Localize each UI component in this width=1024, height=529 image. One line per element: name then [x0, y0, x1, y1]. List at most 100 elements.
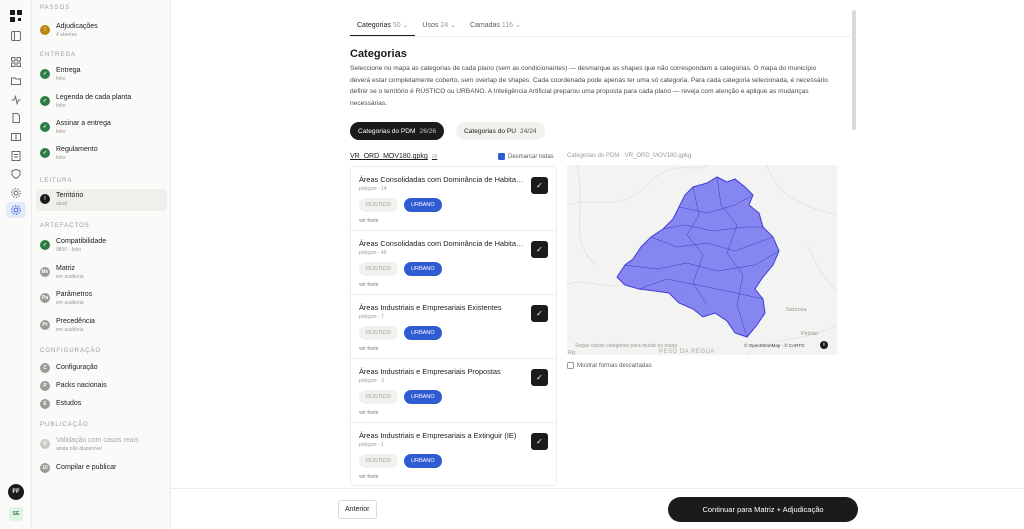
uncheck-all-toggle[interactable]: Desmarcar todas [498, 153, 554, 160]
item-checkbox[interactable]: ✓ [531, 241, 548, 258]
step-title: Precedência [56, 318, 95, 325]
item-checkbox[interactable]: ✓ [531, 177, 548, 194]
item-checkbox[interactable]: ✓ [531, 305, 548, 322]
item-checkbox[interactable]: ✓ [531, 369, 548, 386]
rustico-button[interactable]: RÚSTICO [359, 454, 398, 468]
section-artefactos: ARTEFACTOS [40, 223, 90, 229]
urbano-button[interactable]: URBANO [404, 198, 442, 212]
ver-fonte-link[interactable]: ver fonte [359, 410, 378, 416]
step-subtitle: 4 abertas [56, 32, 77, 38]
map-label: Categorias do PDM · VR_ORD_MOV180.gpkg [567, 153, 692, 159]
step-compatibilidade[interactable]: ✓ Compatibilidade 9850 · feito [36, 235, 167, 257]
step-entrega[interactable]: ✓ Entrega feito [36, 64, 167, 86]
logo-icon[interactable] [9, 9, 23, 23]
step-territorio[interactable]: ! Território atual [36, 189, 167, 211]
map-attribution: © OpenStreetMap · © CARTO [744, 343, 805, 348]
list-item: Áreas Industriais e Empresariais a Extin… [351, 423, 556, 485]
step-badge: Pa [40, 293, 50, 303]
rustico-button[interactable]: RÚSTICO [359, 326, 398, 340]
step-regulamento[interactable]: ✓ Regulamento feito [36, 143, 167, 165]
section-leitura: LEITURA [40, 178, 73, 184]
ver-fonte-link[interactable]: ver fonte [359, 346, 378, 352]
step-badge: E [40, 399, 50, 409]
document-icon[interactable] [10, 112, 22, 124]
section-passos: PASSOS [40, 5, 71, 11]
item-meta: polygon · 1 [359, 442, 384, 448]
step-precedencia[interactable]: Pr Precedência em auditoria [36, 315, 167, 337]
tab-usos[interactable]: Usos 24 ⌄ [415, 18, 463, 36]
list-icon[interactable] [10, 150, 22, 162]
pill-categorias-pu[interactable]: Categorias do PU 24/24 [456, 122, 545, 140]
continue-button[interactable]: Continuar para Matriz + Adjudicação [668, 497, 858, 522]
rustico-button[interactable]: RÚSTICO [359, 262, 398, 276]
file-name-link[interactable]: VR_ORD_MOV180.gpkg 26 [350, 153, 437, 160]
step-matriz[interactable]: Mx Matriz em auditoria [36, 262, 167, 284]
place-sabrosa: Sabrosa [786, 307, 807, 313]
urbano-button[interactable]: URBANO [404, 454, 442, 468]
ver-fonte-link[interactable]: ver fonte [359, 474, 378, 480]
rustico-button[interactable]: RÚSTICO [359, 390, 398, 404]
step-badge: C [40, 363, 50, 373]
tab-categorias[interactable]: Categorias 50 ⌄ [350, 18, 416, 36]
ver-fonte-link[interactable]: ver fonte [359, 282, 378, 288]
icon-rail: FF SE [0, 0, 32, 529]
check-icon: ✓ [40, 69, 50, 79]
step-subtitle: atual [56, 201, 67, 207]
step-adjudicacoes[interactable]: ! Adjudicações 4 abertas [36, 20, 167, 42]
sidebar-toggle-icon[interactable] [10, 30, 22, 42]
settings-icon[interactable] [10, 187, 22, 199]
list-item: Áreas Industriais e Empresariais Propost… [351, 359, 556, 423]
folder-icon[interactable] [10, 75, 22, 87]
info-icon[interactable]: i [820, 341, 828, 349]
step-title: Packs nacionais [56, 382, 107, 389]
step-subtitle: feito [56, 76, 66, 82]
step-validacao: V Validação com casos reais ainda não di… [36, 434, 167, 456]
step-badge: ! [40, 194, 50, 204]
shield-icon[interactable] [10, 168, 22, 180]
section-publicacao: PUBLICAÇÃO [40, 422, 89, 428]
dashboard-icon[interactable] [10, 56, 22, 68]
step-title: Território [56, 192, 84, 199]
activity-icon[interactable] [10, 94, 22, 106]
step-parametros[interactable]: Pa Parâmetros em auditoria [36, 288, 167, 310]
item-checkbox[interactable]: ✓ [531, 433, 548, 450]
status-badge: SE [9, 507, 23, 521]
step-title: Compilar e publicar [56, 464, 117, 471]
item-meta: polygon · 14 [359, 186, 387, 192]
book-icon[interactable] [10, 131, 22, 143]
page-title: Categorias [350, 48, 407, 60]
map-canvas [567, 165, 837, 355]
step-estudos[interactable]: E Estudos [36, 394, 167, 416]
user-avatar[interactable]: FF [8, 484, 24, 500]
show-discarded-toggle[interactable]: Mostrar formas descartadas [567, 362, 652, 369]
step-title: Legenda de cada planta [56, 94, 132, 101]
list-item: Áreas Consolidadas com Dominância de Hab… [351, 167, 556, 231]
step-compilar[interactable]: 10 Compilar e publicar [36, 458, 167, 480]
step-legenda[interactable]: ✓ Legenda de cada planta feito [36, 91, 167, 113]
urbano-button[interactable]: URBANO [404, 262, 442, 276]
urbano-button[interactable]: URBANO [404, 326, 442, 340]
rustico-button[interactable]: RÚSTICO [359, 198, 398, 212]
tab-camadas[interactable]: Camadas 116 ⌄ [463, 18, 528, 36]
step-badge: ! [40, 25, 50, 35]
step-subtitle: em auditoria [56, 327, 84, 333]
urbano-button[interactable]: URBANO [404, 390, 442, 404]
map-view[interactable]: Segue outras categorias para mudar no ma… [567, 165, 837, 355]
step-title: Validação com casos reais [56, 437, 139, 444]
tab-bar: Categorias 50 ⌄ Usos 24 ⌄ Camadas 116 ⌄ [350, 18, 528, 36]
ver-fonte-link[interactable]: ver fonte [359, 218, 378, 224]
step-title: Adjudicações [56, 23, 98, 30]
page-description: Seleccione no mapa as categorias de cada… [350, 65, 828, 107]
scrollbar[interactable] [852, 10, 856, 130]
category-list[interactable]: Áreas Consolidadas com Dominância de Hab… [350, 166, 557, 486]
item-title: Áreas Consolidadas com Dominância de Hab… [359, 175, 525, 184]
previous-button[interactable]: Anterior [338, 500, 377, 519]
municipality-shape[interactable] [616, 176, 780, 338]
list-item: Áreas Consolidadas com Dominância de Hab… [351, 231, 556, 295]
step-title: Entrega [56, 67, 81, 74]
item-meta: polygon · 45 [359, 250, 387, 256]
pill-categorias-pdm[interactable]: Categorias do PDM 26/26 [350, 122, 445, 140]
item-title: Áreas Industriais e Empresariais Propost… [359, 367, 501, 376]
territory-icon[interactable] [6, 202, 26, 218]
step-assinar[interactable]: ✓ Assinar a entrega feito [36, 117, 167, 139]
